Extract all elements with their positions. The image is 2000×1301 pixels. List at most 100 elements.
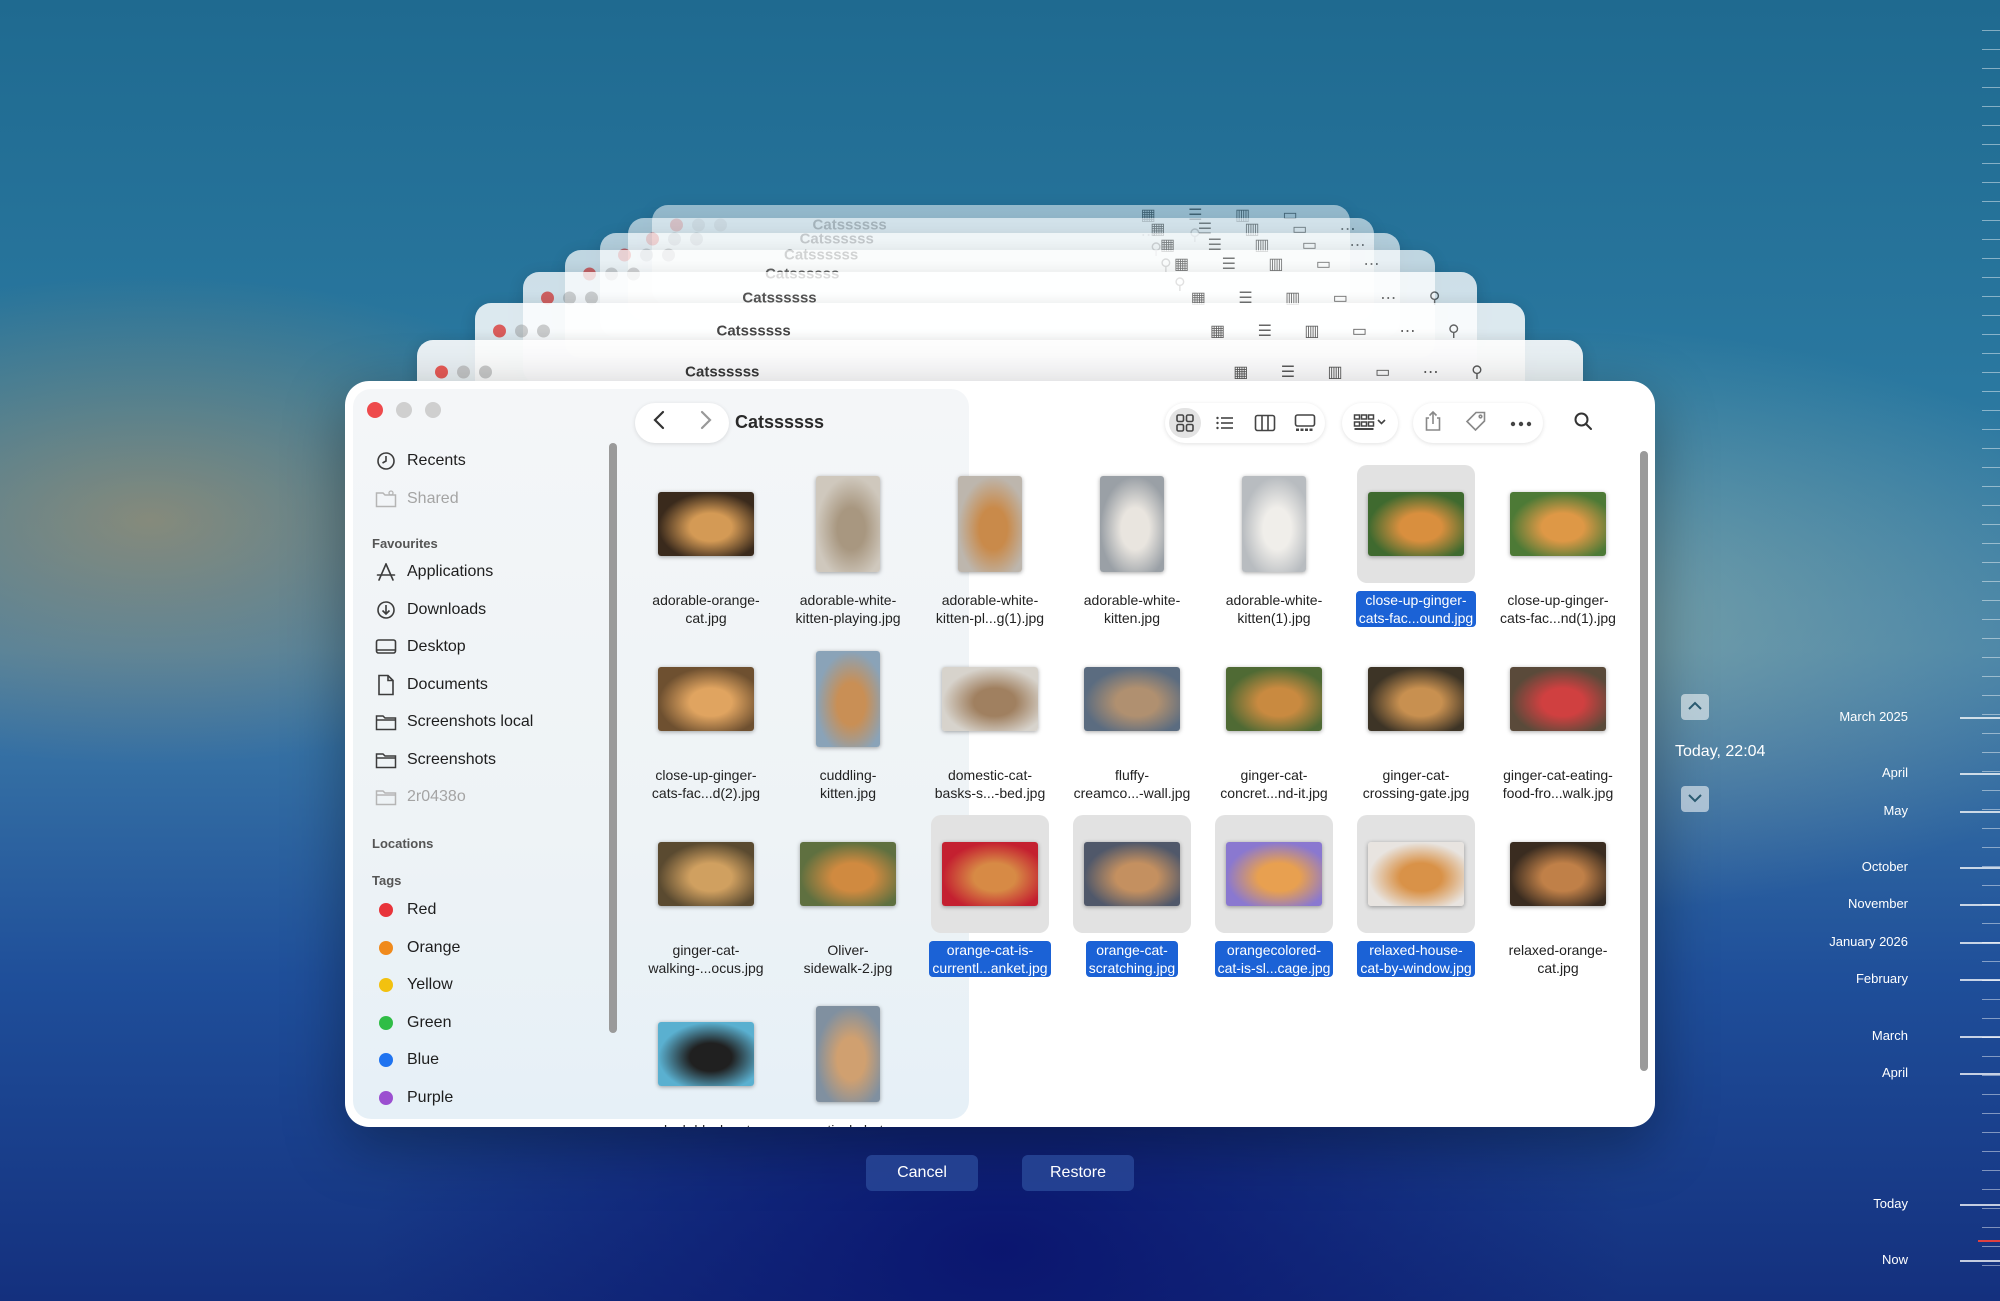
timeline-tick[interactable] [1960,1204,2000,1206]
sidebar-item-recents[interactable]: Recents [375,448,466,474]
close-window-button[interactable] [367,402,383,418]
sidebar-scrollbar[interactable] [609,443,617,1033]
timeline-label[interactable]: May [1883,803,1908,818]
timeline-tick[interactable] [1960,717,2000,719]
image-thumbnail [800,842,896,906]
timeline-label[interactable]: Today [1873,1196,1908,1211]
file-item[interactable]: vertical-shot- [783,995,913,1127]
file-name: sleek-black-cat- [654,1121,758,1127]
clock-icon [375,450,397,472]
file-item[interactable]: sleek-black-cat- [641,995,771,1127]
zoom-window-button[interactable] [425,402,441,418]
timeline-label[interactable]: Now [1882,1252,1908,1267]
file-item[interactable]: fluffy- creamco...-wall.jpg [1067,640,1197,803]
newer-backup-button[interactable] [1681,786,1709,812]
snapshot-window-title: Catssssss [716,322,791,340]
file-item[interactable]: orangecolored- cat-is-sl...cage.jpg [1209,815,1339,978]
timeline-label[interactable]: October [1862,859,1908,874]
timeline-minor-tick [1982,68,2000,69]
file-item[interactable]: domestic-cat- basks-s...-bed.jpg [925,640,1055,803]
file-thumbnail-frame [647,815,765,933]
file-item[interactable]: cuddling- kitten.jpg [783,640,913,803]
window-control-dot [515,324,528,338]
file-item[interactable]: relaxed-house- cat-by-window.jpg [1351,815,1481,978]
file-thumbnail-frame [647,995,765,1113]
image-thumbnail [958,476,1022,572]
timeline-tick[interactable] [1960,773,2000,775]
sidebar-item-screenshots[interactable]: Screenshots [375,747,496,773]
file-item[interactable]: ginger-cat-eating- food-fro...walk.jpg [1493,640,1623,803]
timeline-label[interactable]: January 2026 [1829,934,1908,949]
sidebar-item-desktop[interactable]: Desktop [375,634,466,660]
sidebar-item-downloads[interactable]: Downloads [375,597,486,623]
timeline-tick[interactable] [1960,811,2000,813]
sidebar-item-2r0438o[interactable]: 2r0438o [375,784,466,810]
older-backup-button[interactable] [1681,694,1709,720]
file-name: Oliver- sidewalk-2.jpg [803,942,893,976]
file-item[interactable]: ginger-cat- walking-...ocus.jpg [641,815,771,978]
sidebar-item-documents[interactable]: Documents [375,672,488,698]
list-view-button[interactable] [1209,408,1241,438]
content-scrollbar[interactable] [1640,451,1648,1071]
sidebar-tag-red[interactable]: Red [375,897,436,923]
sidebar-tag-green[interactable]: Green [375,1010,451,1036]
sidebar-tag-blue[interactable]: Blue [375,1047,439,1073]
sidebar-tag-yellow[interactable]: Yellow [375,972,453,998]
timeline-minor-tick [1982,391,2000,392]
timeline-tick[interactable] [1960,867,2000,869]
minimize-window-button[interactable] [396,402,412,418]
sidebar-item-label: Documents [407,675,488,693]
file-item[interactable]: orange-cat-is- currentl...anket.jpg [925,815,1055,978]
file-item[interactable]: adorable-orange- cat.jpg [641,465,771,628]
timeline-minor-tick [1982,144,2000,145]
sidebar-item-shared[interactable]: Shared [375,486,459,512]
timeline-label[interactable]: April [1882,1065,1908,1080]
file-name: close-up-ginger- cats-fac...d(2).jpg [651,767,761,801]
back-button[interactable] [652,409,666,437]
timeline-label[interactable]: March [1872,1028,1908,1043]
file-item[interactable]: ginger-cat- crossing-gate.jpg [1351,640,1481,803]
timeline-minor-tick [1982,980,2000,981]
search-button[interactable] [1563,403,1603,443]
file-item[interactable]: adorable-white- kitten-playing.jpg [783,465,913,628]
timeline-label[interactable]: March 2025 [1839,709,1908,724]
file-item[interactable]: close-up-ginger- cats-fac...d(2).jpg [641,640,771,803]
sidebar-item-applications[interactable]: Applications [375,559,493,585]
toolbar: Catssssss [635,389,1645,451]
forward-button[interactable] [699,409,713,437]
tag-button[interactable] [1465,410,1487,437]
share-button[interactable] [1424,410,1442,437]
more-actions-button[interactable] [1510,414,1532,432]
file-item[interactable]: close-up-ginger- cats-fac...nd(1).jpg [1493,465,1623,628]
timeline-label[interactable]: April [1882,765,1908,780]
timeline-label[interactable]: February [1856,971,1908,986]
timeline-minor-tick [1982,448,2000,449]
file-item[interactable]: orange-cat- scratching.jpg [1067,815,1197,978]
sidebar-tag-purple[interactable]: Purple [375,1085,453,1111]
sidebar-item-screenshots-local[interactable]: Screenshots local [375,709,533,735]
column-view-button[interactable] [1249,408,1281,438]
group-by-button[interactable] [1342,403,1398,443]
image-thumbnail [942,667,1038,731]
timeline-minor-tick [1982,125,2000,126]
file-item[interactable]: adorable-white- kitten-pl...g(1).jpg [925,465,1055,628]
icon-view-button[interactable] [1169,408,1201,438]
cancel-button[interactable]: Cancel [866,1155,978,1191]
file-thumbnail-frame [1499,640,1617,758]
gallery-view-button[interactable] [1289,408,1321,438]
file-item[interactable]: ginger-cat- concret...nd-it.jpg [1209,640,1339,803]
sidebar-tag-orange[interactable]: Orange [375,935,460,961]
file-item[interactable]: Oliver- sidewalk-2.jpg [783,815,913,978]
sidebar-item-label: Blue [407,1051,440,1068]
image-thumbnail [1226,667,1322,731]
file-item[interactable]: adorable-white- kitten.jpg [1067,465,1197,628]
timeline-label[interactable]: November [1848,896,1908,911]
file-item[interactable]: adorable-white- kitten(1).jpg [1209,465,1339,628]
timeline-tick[interactable] [1960,1260,2000,1262]
image-thumbnail [1368,842,1464,906]
file-item[interactable]: close-up-ginger- cats-fac...ound.jpg [1351,465,1481,628]
timeline-minor-tick [1982,600,2000,601]
file-item[interactable]: relaxed-orange- cat.jpg [1493,815,1623,978]
timeline-minor-tick [1982,1094,2000,1095]
restore-button[interactable]: Restore [1022,1155,1134,1191]
